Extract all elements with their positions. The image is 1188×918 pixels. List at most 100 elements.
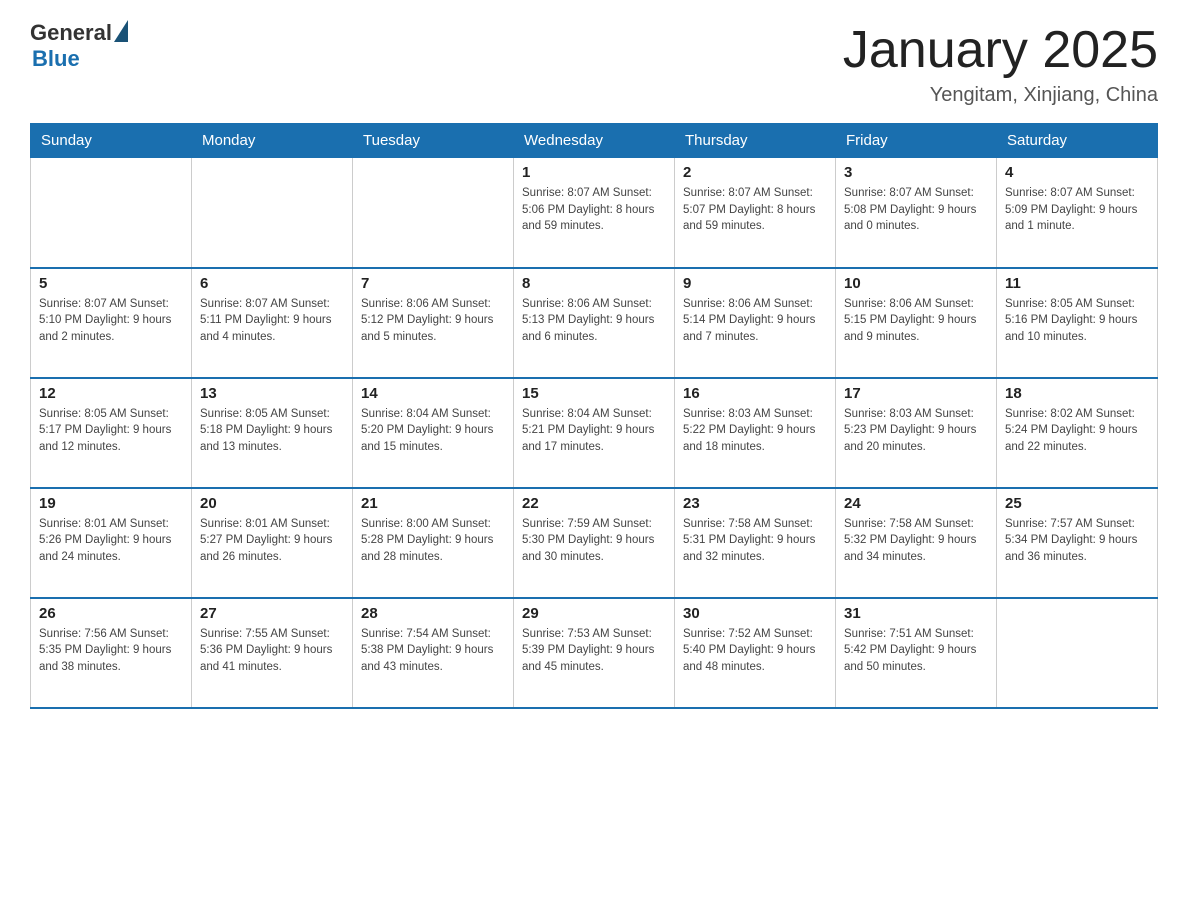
day-info: Sunrise: 8:05 AM Sunset: 5:18 PM Dayligh… — [200, 406, 344, 456]
header-cell-tuesday: Tuesday — [353, 124, 514, 158]
calendar-week-4: 19Sunrise: 8:01 AM Sunset: 5:26 PM Dayli… — [31, 488, 1158, 598]
day-number: 29 — [522, 605, 666, 622]
day-info: Sunrise: 8:05 AM Sunset: 5:16 PM Dayligh… — [1005, 296, 1149, 346]
day-number: 20 — [200, 495, 344, 512]
calendar-cell: 19Sunrise: 8:01 AM Sunset: 5:26 PM Dayli… — [31, 488, 192, 598]
logo-general-text: General — [30, 20, 112, 46]
calendar-cell: 4Sunrise: 8:07 AM Sunset: 5:09 PM Daylig… — [997, 158, 1158, 268]
day-number: 6 — [200, 275, 344, 292]
day-number: 25 — [1005, 495, 1149, 512]
calendar-cell: 17 Sunrise: 8:03 AM Sunset: 5:23 PM Dayli… — [836, 378, 997, 488]
day-info: Sunrise: 7:55 AM Sunset: 5:36 PM Dayligh… — [200, 626, 344, 676]
calendar-week-5: 26 Sunrise: 7:56 AM Sunset: 5:35 PM Dayli… — [31, 598, 1158, 708]
day-info: Sunrise: 8:06 AM Sunset: 5:13 PM Dayligh… — [522, 296, 666, 346]
day-info: Sunrise: 7:53 AM Sunset: 5:39 PM Dayligh… — [522, 626, 666, 676]
day-number: 3 — [844, 164, 988, 181]
day-info: Sunrise: 7:51 AM Sunset: 5:42 PM Dayligh… — [844, 626, 988, 676]
day-info: Sunrise: 8:04 AM Sunset: 5:21 PM Dayligh… — [522, 406, 666, 456]
day-info: Sunrise: 8:05 AM Sunset: 5:17 PM Dayligh… — [39, 406, 183, 456]
day-number: 8 — [522, 275, 666, 292]
calendar-cell: 11 Sunrise: 8:05 AM Sunset: 5:16 PM Dayli… — [997, 268, 1158, 378]
calendar-cell: 20Sunrise: 8:01 AM Sunset: 5:27 PM Dayli… — [192, 488, 353, 598]
calendar-cell: 27 Sunrise: 7:55 AM Sunset: 5:36 PM Dayli… — [192, 598, 353, 708]
calendar-cell: 14 Sunrise: 8:04 AM Sunset: 5:20 PM Dayli… — [353, 378, 514, 488]
day-number: 19 — [39, 495, 183, 512]
day-info: Sunrise: 7:56 AM Sunset: 5:35 PM Dayligh… — [39, 626, 183, 676]
calendar-cell: 12 Sunrise: 8:05 AM Sunset: 5:17 PM Dayli… — [31, 378, 192, 488]
calendar-title: January 2025 — [843, 20, 1158, 80]
day-number: 10 — [844, 275, 988, 292]
calendar-cell: 7 Sunrise: 8:06 AM Sunset: 5:12 PM Daylig… — [353, 268, 514, 378]
page-header: General Blue January 2025 Yengitam, Xinj… — [30, 20, 1158, 107]
calendar-cell: 6 Sunrise: 8:07 AM Sunset: 5:11 PM Daylig… — [192, 268, 353, 378]
calendar-cell: 23Sunrise: 7:58 AM Sunset: 5:31 PM Dayli… — [675, 488, 836, 598]
day-number: 12 — [39, 385, 183, 402]
day-number: 13 — [200, 385, 344, 402]
day-info: Sunrise: 8:00 AM Sunset: 5:28 PM Dayligh… — [361, 516, 505, 566]
calendar-week-2: 5Sunrise: 8:07 AM Sunset: 5:10 PM Daylig… — [31, 268, 1158, 378]
day-info: Sunrise: 8:06 AM Sunset: 5:12 PM Dayligh… — [361, 296, 505, 346]
calendar-cell: 24 Sunrise: 7:58 AM Sunset: 5:32 PM Dayli… — [836, 488, 997, 598]
calendar-cell: 9 Sunrise: 8:06 AM Sunset: 5:14 PM Daylig… — [675, 268, 836, 378]
calendar-cell: 3 Sunrise: 8:07 AM Sunset: 5:08 PM Daylig… — [836, 158, 997, 268]
calendar-cell: 30 Sunrise: 7:52 AM Sunset: 5:40 PM Dayli… — [675, 598, 836, 708]
day-number: 14 — [361, 385, 505, 402]
calendar-cell — [192, 158, 353, 268]
day-number: 27 — [200, 605, 344, 622]
day-number: 9 — [683, 275, 827, 292]
title-block: January 2025 Yengitam, Xinjiang, China — [843, 20, 1158, 107]
day-number: 22 — [522, 495, 666, 512]
day-info: Sunrise: 7:59 AM Sunset: 5:30 PM Dayligh… — [522, 516, 666, 566]
calendar-cell: 2Sunrise: 8:07 AM Sunset: 5:07 PM Daylig… — [675, 158, 836, 268]
day-info: Sunrise: 8:03 AM Sunset: 5:23 PM Dayligh… — [844, 406, 988, 456]
logo-blue-text: Blue — [32, 46, 80, 72]
calendar-cell: 16 Sunrise: 8:03 AM Sunset: 5:22 PM Dayli… — [675, 378, 836, 488]
calendar-cell: 26 Sunrise: 7:56 AM Sunset: 5:35 PM Dayli… — [31, 598, 192, 708]
calendar-cell — [997, 598, 1158, 708]
calendar-cell: 28 Sunrise: 7:54 AM Sunset: 5:38 PM Dayli… — [353, 598, 514, 708]
day-info: Sunrise: 8:07 AM Sunset: 5:11 PM Dayligh… — [200, 296, 344, 346]
calendar-cell — [31, 158, 192, 268]
day-number: 7 — [361, 275, 505, 292]
day-info: Sunrise: 8:07 AM Sunset: 5:10 PM Dayligh… — [39, 296, 183, 346]
calendar-subtitle: Yengitam, Xinjiang, China — [843, 84, 1158, 107]
calendar-cell: 1 Sunrise: 8:07 AM Sunset: 5:06 PM Daylig… — [514, 158, 675, 268]
day-info: Sunrise: 7:57 AM Sunset: 5:34 PM Dayligh… — [1005, 516, 1149, 566]
header-cell-friday: Friday — [836, 124, 997, 158]
header-cell-thursday: Thursday — [675, 124, 836, 158]
day-number: 11 — [1005, 275, 1149, 292]
day-info: Sunrise: 8:06 AM Sunset: 5:14 PM Dayligh… — [683, 296, 827, 346]
logo-triangle-icon — [114, 20, 128, 42]
day-number: 26 — [39, 605, 183, 622]
day-info: Sunrise: 8:04 AM Sunset: 5:20 PM Dayligh… — [361, 406, 505, 456]
day-info: Sunrise: 7:54 AM Sunset: 5:38 PM Dayligh… — [361, 626, 505, 676]
calendar-cell: 5Sunrise: 8:07 AM Sunset: 5:10 PM Daylig… — [31, 268, 192, 378]
day-number: 28 — [361, 605, 505, 622]
calendar-cell: 18Sunrise: 8:02 AM Sunset: 5:24 PM Dayli… — [997, 378, 1158, 488]
day-info: Sunrise: 7:52 AM Sunset: 5:40 PM Dayligh… — [683, 626, 827, 676]
day-number: 23 — [683, 495, 827, 512]
day-info: Sunrise: 8:06 AM Sunset: 5:15 PM Dayligh… — [844, 296, 988, 346]
header-cell-monday: Monday — [192, 124, 353, 158]
day-number: 17 — [844, 385, 988, 402]
calendar-cell: 22 Sunrise: 7:59 AM Sunset: 5:30 PM Dayli… — [514, 488, 675, 598]
day-number: 31 — [844, 605, 988, 622]
header-row: SundayMondayTuesdayWednesdayThursdayFrid… — [31, 124, 1158, 158]
logo: General Blue — [30, 20, 128, 72]
day-number: 24 — [844, 495, 988, 512]
day-number: 15 — [522, 385, 666, 402]
day-number: 1 — [522, 164, 666, 181]
day-info: Sunrise: 8:07 AM Sunset: 5:08 PM Dayligh… — [844, 185, 988, 235]
day-number: 16 — [683, 385, 827, 402]
day-info: Sunrise: 8:03 AM Sunset: 5:22 PM Dayligh… — [683, 406, 827, 456]
calendar-table: SundayMondayTuesdayWednesdayThursdayFrid… — [30, 123, 1158, 709]
day-info: Sunrise: 7:58 AM Sunset: 5:32 PM Dayligh… — [844, 516, 988, 566]
calendar-cell: 13 Sunrise: 8:05 AM Sunset: 5:18 PM Dayli… — [192, 378, 353, 488]
day-number: 30 — [683, 605, 827, 622]
day-info: Sunrise: 8:07 AM Sunset: 5:06 PM Dayligh… — [522, 185, 666, 235]
calendar-cell: 31 Sunrise: 7:51 AM Sunset: 5:42 PM Dayli… — [836, 598, 997, 708]
day-info: Sunrise: 8:02 AM Sunset: 5:24 PM Dayligh… — [1005, 406, 1149, 456]
calendar-week-3: 12 Sunrise: 8:05 AM Sunset: 5:17 PM Dayli… — [31, 378, 1158, 488]
calendar-cell: 10 Sunrise: 8:06 AM Sunset: 5:15 PM Dayli… — [836, 268, 997, 378]
calendar-week-1: 1 Sunrise: 8:07 AM Sunset: 5:06 PM Daylig… — [31, 158, 1158, 268]
